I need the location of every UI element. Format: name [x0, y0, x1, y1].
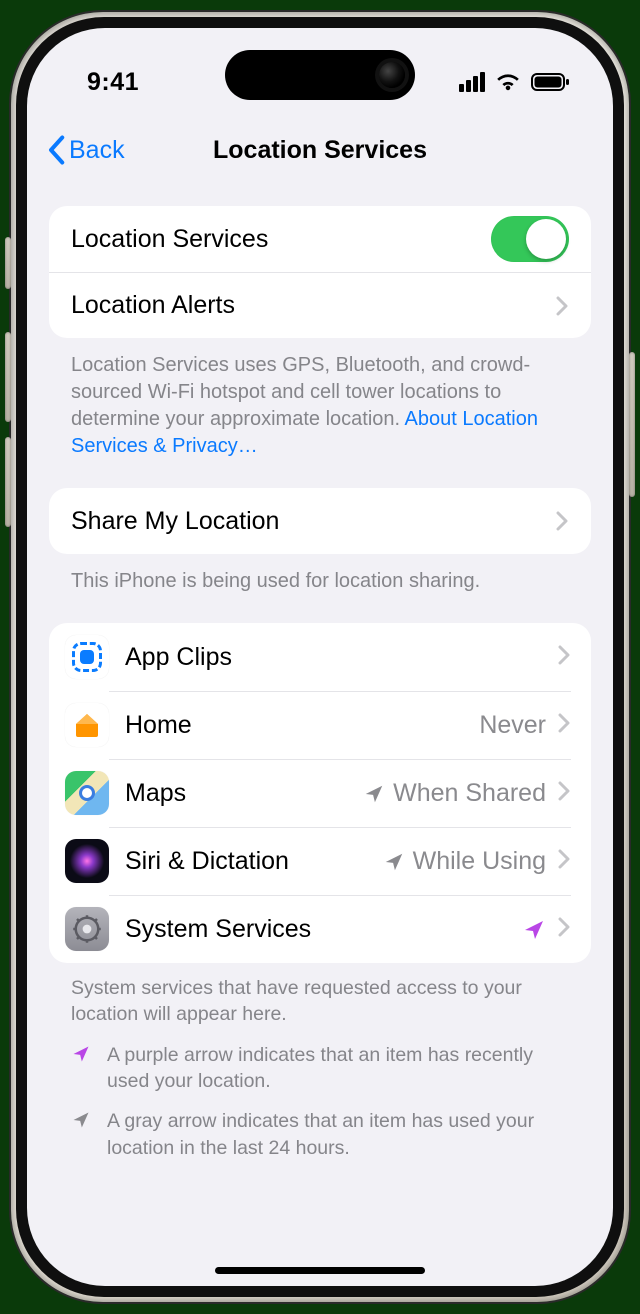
legend-gray: A gray arrow indicates that an item has …: [71, 1094, 569, 1161]
app-label: System Services: [125, 915, 522, 944]
location-arrow-purple-icon: [71, 1042, 93, 1095]
chevron-right-icon: [558, 917, 571, 942]
app-row-siri[interactable]: Siri & Dictation While Using: [49, 827, 591, 895]
volume-down-button: [5, 437, 11, 527]
group-apps: App Clips Home Never: [49, 623, 591, 963]
app-row-home[interactable]: Home Never: [49, 691, 591, 759]
footer-share-desc: This iPhone is being used for location s…: [49, 554, 591, 595]
status-bar: 9:41: [27, 28, 613, 116]
back-label: Back: [69, 136, 125, 165]
app-row-app-clips[interactable]: App Clips: [49, 623, 591, 691]
legend-text: A gray arrow indicates that an item has …: [107, 1108, 569, 1161]
location-services-toggle[interactable]: [491, 216, 569, 262]
iphone-frame: 9:41 Back Location Services: [11, 12, 629, 1302]
power-button: [629, 352, 635, 497]
app-value: Never: [479, 711, 546, 740]
siri-icon: [65, 839, 109, 883]
group-location-main: Location Services Location Alerts: [49, 206, 591, 338]
chevron-right-icon: [558, 849, 571, 874]
row-location-alerts[interactable]: Location Alerts: [49, 272, 591, 338]
row-label: Location Alerts: [71, 291, 544, 320]
location-arrow-gray-icon: [71, 1108, 93, 1161]
footer-system-desc: System services that have requested acce…: [71, 975, 569, 1028]
chevron-right-icon: [558, 645, 571, 670]
location-arrow-gray-icon: [383, 851, 405, 873]
nav-bar: Back Location Services: [27, 122, 613, 178]
app-value: While Using: [413, 847, 546, 876]
home-indicator[interactable]: [215, 1267, 425, 1274]
page-title: Location Services: [213, 136, 427, 165]
app-row-maps[interactable]: Maps When Shared: [49, 759, 591, 827]
volume-up-button: [5, 332, 11, 422]
battery-icon: [531, 72, 571, 92]
status-time: 9:41: [63, 68, 139, 97]
chevron-right-icon: [556, 511, 569, 531]
app-label: Home: [125, 711, 479, 740]
chevron-left-icon: [45, 135, 67, 165]
app-label: App Clips: [125, 643, 546, 672]
chevron-right-icon: [556, 296, 569, 316]
silence-switch: [5, 237, 11, 289]
app-clips-icon: [65, 635, 109, 679]
group-share-location: Share My Location: [49, 488, 591, 554]
wifi-icon: [495, 72, 521, 92]
screen: 9:41 Back Location Services: [27, 28, 613, 1286]
location-arrow-purple-icon: [522, 918, 546, 942]
settings-icon: [65, 907, 109, 951]
legend-purple: A purple arrow indicates that an item ha…: [71, 1028, 569, 1095]
app-row-system-services[interactable]: System Services: [49, 895, 591, 963]
chevron-right-icon: [558, 713, 571, 738]
app-label: Maps: [125, 779, 363, 808]
row-share-my-location[interactable]: Share My Location: [49, 488, 591, 554]
app-value: When Shared: [393, 779, 546, 808]
home-icon: [65, 703, 109, 747]
legend-text: A purple arrow indicates that an item ha…: [107, 1042, 569, 1095]
back-button[interactable]: Back: [45, 135, 125, 165]
row-label: Location Services: [71, 225, 491, 254]
cell-signal-icon: [459, 72, 485, 92]
chevron-right-icon: [558, 781, 571, 806]
app-label: Siri & Dictation: [125, 847, 383, 876]
maps-icon: [65, 771, 109, 815]
footer-location-desc: Location Services uses GPS, Bluetooth, a…: [49, 338, 591, 460]
location-arrow-gray-icon: [363, 783, 385, 805]
row-label: Share My Location: [71, 507, 544, 536]
row-location-services[interactable]: Location Services: [49, 206, 591, 272]
